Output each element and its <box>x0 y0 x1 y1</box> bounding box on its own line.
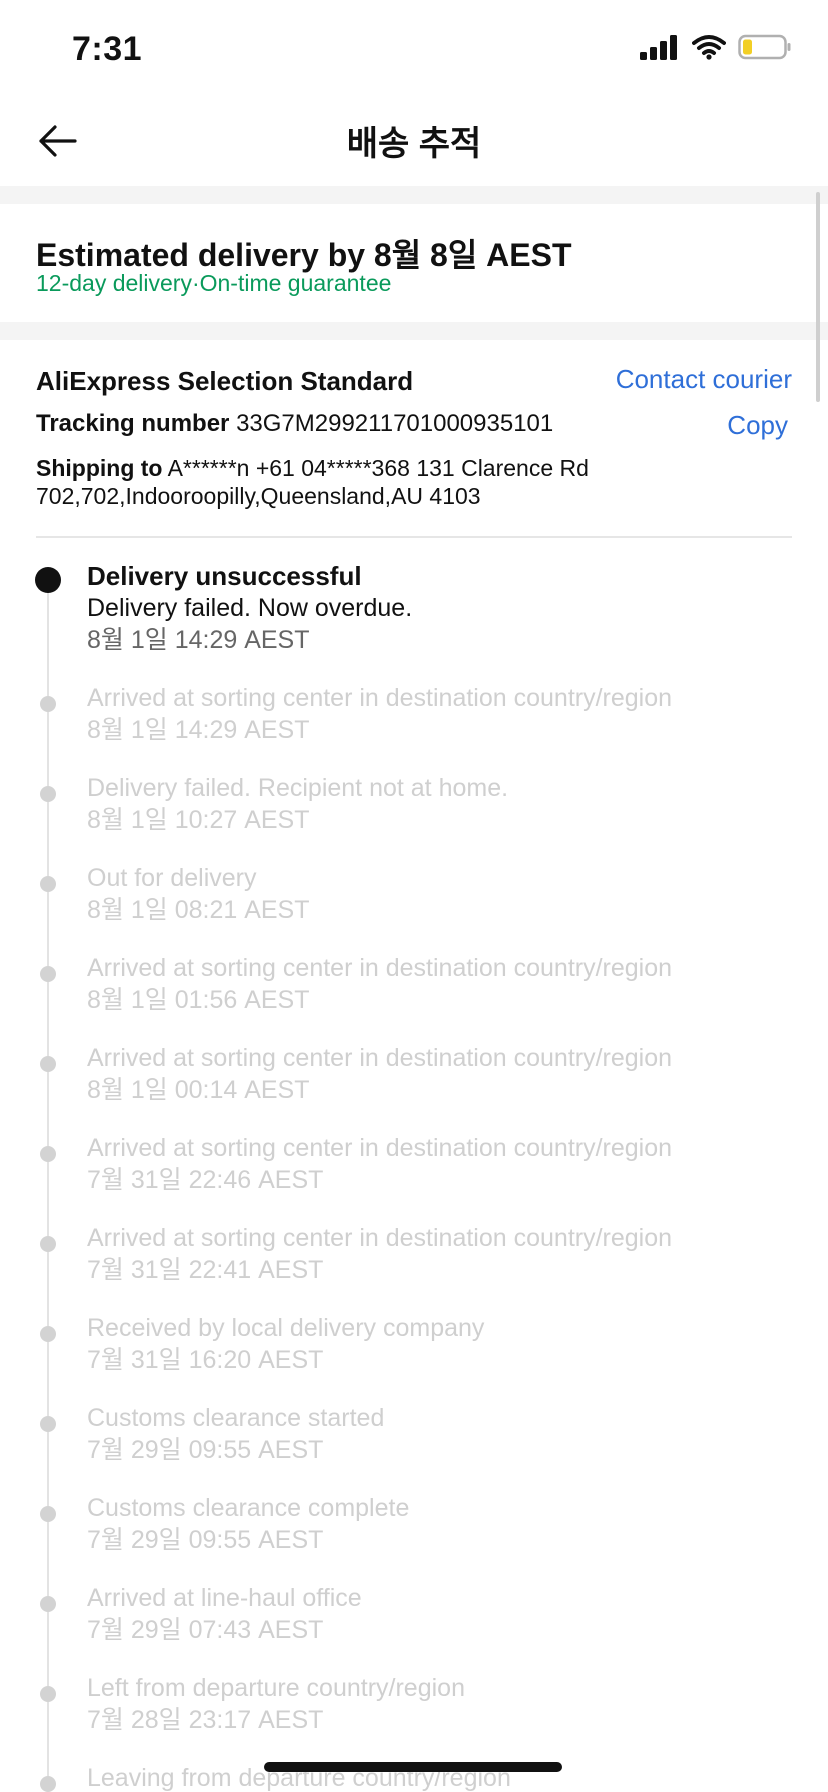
tracking-screen: 7:31 배송 추적 Estimated delivery by 8월 8일 A… <box>0 0 828 1792</box>
timeline-dot <box>40 1146 56 1162</box>
timeline-dot <box>40 1056 56 1072</box>
estimated-delivery-card: Estimated delivery by 8월 8일 AEST 12-day … <box>0 204 828 338</box>
event-time: 8월 1일 08:21 AEST <box>87 896 310 924</box>
event-time: 7월 29일 09:55 AEST <box>87 1436 324 1464</box>
event-description: Left from departure country/region <box>87 1674 465 1702</box>
event-time: 8월 1일 01:56 AEST <box>87 986 310 1014</box>
timeline-dot <box>40 1776 56 1792</box>
event-time: 7월 28일 23:17 AEST <box>87 1706 324 1734</box>
event-text: Customs clearance started 7월 29일 09:55 AE… <box>87 1402 807 1466</box>
event-description: Arrived at sorting center in destination… <box>87 1134 673 1162</box>
event-description: Arrived at sorting center in destination… <box>87 1044 673 1072</box>
timeline-dot <box>40 966 56 982</box>
timeline-dot <box>40 1596 56 1612</box>
timeline-dot <box>40 1416 56 1432</box>
event-time: 7월 31일 22:46 AEST <box>87 1166 324 1194</box>
delivery-guarantee-text: 12-day delivery·On-time guarantee <box>36 270 392 296</box>
signal-icon <box>640 35 677 60</box>
event-description: Delivery failed. Recipient not at home. <box>87 774 509 802</box>
event-text: Received by local delivery company 7월 31일… <box>87 1312 807 1376</box>
event-description: Arrived at sorting center in destination… <box>87 684 673 712</box>
battery-low-icon <box>738 34 791 60</box>
event-text: Arrived at sorting center in destination… <box>87 1042 807 1106</box>
event-description: Customs clearance complete <box>87 1494 410 1522</box>
section-divider <box>0 322 828 340</box>
shipping-to-label: Shipping to <box>36 455 163 481</box>
status-bar: 7:31 <box>0 0 828 96</box>
event-text: Arrived at sorting center in destination… <box>87 1132 807 1196</box>
tracking-number-row: Tracking number 33G7M299211701000935101 <box>36 410 553 438</box>
event-time: 7월 31일 16:20 AEST <box>87 1346 324 1374</box>
event-time: 8월 1일 14:29 AEST <box>87 626 310 654</box>
page-title: 배송 추적 <box>346 125 482 163</box>
timeline-dot <box>40 786 56 802</box>
scrollbar[interactable] <box>816 192 820 402</box>
event-text: Arrived at sorting center in destination… <box>87 682 807 746</box>
home-indicator <box>264 1762 562 1772</box>
tracking-number-label: Tracking number <box>36 410 230 437</box>
event-text: Out for delivery 8월 1일 08:21 AEST <box>87 862 807 926</box>
shipping-address: Shipping to A******n +61 04*****368 131 … <box>36 454 756 510</box>
status-time: 7:31 <box>72 30 143 68</box>
contact-courier-link[interactable]: Contact courier <box>616 364 792 395</box>
event-description: Customs clearance started <box>87 1404 385 1432</box>
section-divider <box>0 186 828 204</box>
event-time: 8월 1일 10:27 AEST <box>87 806 310 834</box>
event-text: Delivery failed. Recipient not at home. 8… <box>87 772 807 836</box>
event-text: Delivery unsuccessful Delivery failed. No… <box>87 560 807 656</box>
event-description: Arrived at sorting center in destination… <box>87 954 673 982</box>
timeline-dot <box>40 1236 56 1252</box>
courier-name: AliExpress Selection Standard <box>36 366 414 396</box>
wifi-icon <box>692 35 726 60</box>
event-description: Delivery failed. Now overdue. <box>87 594 413 622</box>
event-time: 7월 29일 09:55 AEST <box>87 1526 324 1554</box>
timeline-dot <box>40 876 56 892</box>
timeline-dot <box>40 1326 56 1342</box>
event-title: Delivery unsuccessful <box>87 561 362 591</box>
event-time: 8월 1일 00:14 AEST <box>87 1076 310 1104</box>
event-description: Received by local delivery company <box>87 1314 485 1342</box>
event-time: 7월 31일 22:41 AEST <box>87 1256 324 1284</box>
timeline-dot <box>40 1506 56 1522</box>
event-text: Left from departure country/region 7월 28일… <box>87 1672 807 1736</box>
timeline-dot <box>40 1686 56 1702</box>
timeline-dot <box>40 696 56 712</box>
copy-tracking-button[interactable]: Copy <box>727 410 788 441</box>
info-divider <box>36 536 792 538</box>
event-text: Arrived at sorting center in destination… <box>87 1222 807 1286</box>
event-time: 7월 29일 07:43 AEST <box>87 1616 324 1644</box>
status-icons <box>640 34 792 60</box>
event-description: Arrived at line-haul office <box>87 1584 362 1612</box>
event-text: Arrived at line-haul office 7월 29일 07:43 … <box>87 1582 807 1646</box>
event-description: Arrived at sorting center in destination… <box>87 1224 673 1252</box>
tracking-number-value: 33G7M299211701000935101 <box>236 410 554 437</box>
event-description: Out for delivery <box>87 864 257 892</box>
event-text: Arrived at sorting center in destination… <box>87 952 807 1016</box>
timeline-dot-active <box>35 567 61 593</box>
event-time: 8월 1일 14:29 AEST <box>87 716 310 744</box>
event-text: Customs clearance complete 7월 29일 09:55 A… <box>87 1492 807 1556</box>
navigation-bar: 배송 추적 <box>0 96 828 186</box>
